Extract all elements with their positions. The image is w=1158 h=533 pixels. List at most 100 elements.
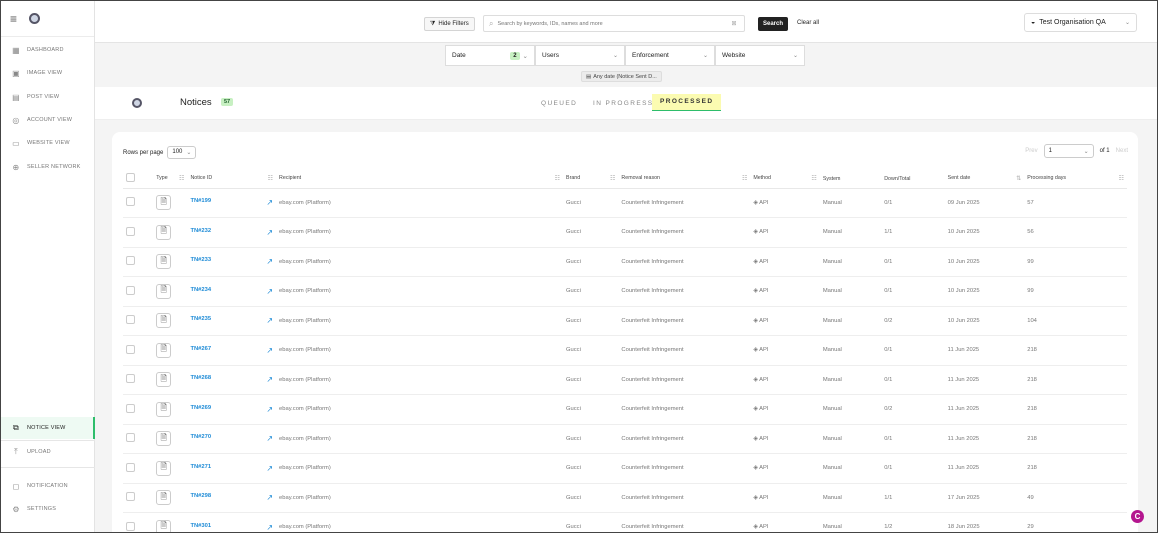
document-icon[interactable]: 🗎 [156, 195, 172, 211]
external-link-icon[interactable]: ↗ [266, 434, 273, 443]
document-icon[interactable]: 🗎 [156, 342, 172, 358]
tab-in-progress[interactable]: IN PROGRESS [593, 100, 654, 107]
menu-icon[interactable]: ≡ [10, 12, 17, 26]
sidebar-item-notice-view[interactable]: ⧉ NOTICE VIEW [1, 417, 95, 439]
notice-id-link[interactable]: TN#271 [190, 464, 211, 470]
table-row[interactable]: 🗎 TN#267 ↗ ebay.com (Platform) Gucci Counterf… [123, 335, 1127, 366]
external-link-icon[interactable]: ↗ [266, 493, 273, 502]
column-menu-icon[interactable]: ☷ [179, 175, 184, 182]
row-checkbox[interactable] [126, 492, 135, 502]
external-link-icon[interactable]: ↗ [266, 346, 273, 355]
website-filter[interactable]: Website ⌄ [715, 45, 805, 66]
row-checkbox[interactable] [126, 315, 135, 325]
document-icon[interactable]: 🗎 [156, 431, 172, 447]
column-menu-icon[interactable]: ☷ [268, 175, 273, 182]
notice-id-link[interactable]: TN#267 [190, 346, 211, 352]
external-link-icon[interactable]: ↗ [266, 375, 273, 384]
sidebar-item-settings[interactable]: ⚙ SETTINGS [1, 498, 95, 520]
table-row[interactable]: 🗎 TN#233 ↗ ebay.com (Platform) Gucci Counterf… [123, 247, 1127, 277]
row-checkbox[interactable] [126, 374, 135, 384]
search-button[interactable]: Search [758, 17, 789, 31]
enforcement-filter[interactable]: Enforcement ⌄ [625, 45, 715, 66]
column-menu-icon[interactable]: ☷ [1119, 175, 1124, 182]
row-checkbox[interactable] [126, 344, 135, 354]
column-menu-icon[interactable]: ☷ [811, 175, 816, 182]
tab-processed[interactable]: PROCESSED [652, 94, 722, 111]
table-row[interactable]: 🗎 TN#269 ↗ ebay.com (Platform) Gucci Counterf… [123, 394, 1127, 425]
notice-id-link[interactable]: TN#301 [190, 523, 211, 529]
column-menu-icon[interactable]: ☷ [742, 175, 747, 182]
table-row[interactable]: 🗎 TN#301 ↗ ebay.com (Platform) Gucci Counterf… [123, 512, 1127, 532]
table-row[interactable]: 🗎 TN#235 ↗ ebay.com (Platform) Gucci Counterf… [123, 306, 1127, 336]
col-brand[interactable]: Brand ☷ [563, 170, 619, 189]
column-menu-icon[interactable]: ☷ [555, 175, 560, 182]
table-row[interactable]: 🗎 TN#270 ↗ ebay.com (Platform) Gucci Counterf… [123, 424, 1127, 454]
notice-id-link[interactable]: TN#270 [190, 434, 211, 440]
document-icon[interactable]: 🗎 [156, 460, 172, 476]
notice-id-link[interactable]: TN#233 [190, 257, 211, 263]
sidebar-item-website-view[interactable]: ▭ WEBSITE VIEW [1, 132, 95, 154]
hide-filters-button[interactable]: ⧩ Hide Filters [424, 17, 475, 31]
notice-id-link[interactable]: TN#268 [190, 375, 211, 381]
document-icon[interactable]: 🗎 [156, 313, 172, 329]
table-row[interactable]: 🗎 TN#298 ↗ ebay.com (Platform) Gucci Counterf… [123, 483, 1127, 513]
document-icon[interactable]: 🗎 [156, 490, 172, 506]
table-row[interactable]: 🗎 TN#268 ↗ ebay.com (Platform) Gucci Counterf… [123, 365, 1127, 395]
prev-page-button[interactable]: Prev [1025, 148, 1037, 154]
row-checkbox[interactable] [126, 433, 135, 443]
col-type[interactable]: Type ☷ [153, 170, 188, 189]
document-icon[interactable]: 🗎 [156, 372, 172, 388]
notice-id-link[interactable]: TN#298 [190, 493, 211, 499]
clear-search-icon[interactable]: ⊠ [731, 20, 736, 27]
search-input[interactable] [497, 20, 728, 27]
sidebar-item-dashboard[interactable]: ▦ DASHBOARD [1, 39, 95, 61]
external-link-icon[interactable]: ↗ [266, 464, 273, 473]
row-checkbox[interactable] [126, 521, 135, 531]
external-link-icon[interactable]: ↗ [266, 198, 273, 207]
col-down-total[interactable]: Down/Total [881, 170, 945, 189]
notice-id-link[interactable]: TN#234 [190, 287, 211, 293]
external-link-icon[interactable]: ↗ [266, 228, 273, 237]
sidebar-item-upload[interactable]: ⤒ UPLOAD [1, 441, 95, 463]
clear-all-link[interactable]: Clear all [797, 20, 819, 26]
tab-queued[interactable]: QUEUED [541, 100, 577, 107]
page-select[interactable]: 1 ⌄ [1043, 144, 1094, 158]
table-row[interactable]: 🗎 TN#234 ↗ ebay.com (Platform) Gucci Counterf… [123, 276, 1127, 307]
sidebar-item-notification[interactable]: ◻ NOTIFICATION [1, 475, 95, 497]
notice-id-link[interactable]: TN#232 [190, 228, 211, 234]
col-processing-days[interactable]: Processing days ☷ [1024, 170, 1127, 189]
chat-launcher-button[interactable]: C [1131, 510, 1144, 523]
next-page-button[interactable]: Next [1116, 148, 1128, 154]
sidebar-item-post-view[interactable]: ▤ POST VIEW [1, 86, 95, 108]
column-menu-icon[interactable]: ☷ [610, 175, 615, 182]
external-link-icon[interactable]: ↗ [266, 316, 273, 325]
table-row[interactable]: 🗎 TN#271 ↗ ebay.com (Platform) Gucci Counterf… [123, 453, 1127, 484]
users-filter[interactable]: Users ⌄ [535, 45, 625, 66]
sidebar-item-account-view[interactable]: ◎ ACCOUNT VIEW [1, 109, 95, 131]
sidebar-item-seller-network[interactable]: ⊕ SELLER NETWORK [1, 156, 95, 178]
row-checkbox[interactable] [126, 256, 135, 266]
col-sent-date[interactable]: Sent date ⇅ [944, 170, 1025, 189]
row-checkbox[interactable] [126, 285, 135, 295]
document-icon[interactable]: 🗎 [156, 401, 172, 417]
date-filter[interactable]: Date 2 ⌄ [445, 45, 535, 66]
col-notice-id[interactable]: Notice ID ☷ [187, 170, 277, 189]
col-method[interactable]: Method ☷ [750, 170, 820, 189]
table-row[interactable]: 🗎 TN#199 ↗ ebay.com (Platform) Gucci Counterf… [123, 188, 1127, 218]
row-checkbox[interactable] [126, 462, 135, 472]
document-icon[interactable]: 🗎 [156, 254, 172, 270]
sort-icon[interactable]: ⇅ [1016, 175, 1021, 182]
document-icon[interactable]: 🗎 [156, 283, 172, 299]
table-row[interactable]: 🗎 TN#232 ↗ ebay.com (Platform) Gucci Counterf… [123, 217, 1127, 248]
notice-id-link[interactable]: TN#269 [190, 405, 211, 411]
col-recipient[interactable]: Recipient ☷ [276, 170, 564, 189]
date-chip[interactable]: ▤ Any date (Notice Sent D... [581, 71, 662, 82]
notice-id-link[interactable]: TN#235 [190, 316, 211, 322]
row-checkbox[interactable] [126, 197, 135, 207]
sidebar-item-image-view[interactable]: ▣ IMAGE VIEW [1, 62, 95, 84]
rows-per-page-select[interactable]: 100 ⌄ [167, 146, 197, 159]
select-all-checkbox[interactable] [126, 173, 135, 183]
document-icon[interactable]: 🗎 [156, 224, 172, 240]
row-checkbox[interactable] [126, 226, 135, 236]
external-link-icon[interactable]: ↗ [266, 523, 273, 532]
